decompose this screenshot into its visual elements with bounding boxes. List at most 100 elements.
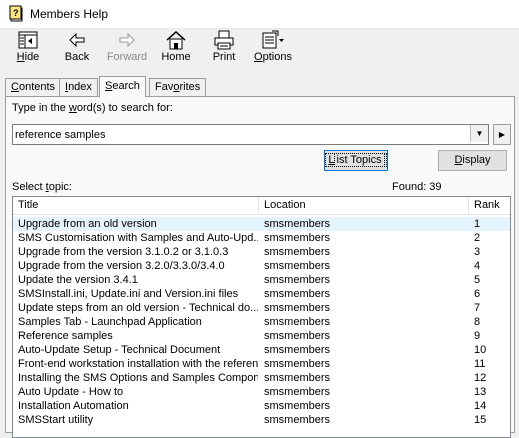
back-button[interactable]: Back [60, 29, 94, 69]
list-topics-button[interactable]: List Topics [324, 150, 388, 171]
topic-rank: 9 [474, 330, 481, 342]
search-combobox[interactable]: ▼ [12, 124, 489, 145]
table-row[interactable]: Upgrade from the version 3.1.0.2 or 3.1.… [13, 245, 510, 259]
print-button[interactable]: Print [208, 29, 240, 69]
topic-title: Auto-Update Setup - Technical Document [18, 344, 221, 356]
hide-label: Hide [16, 51, 40, 63]
search-input[interactable] [13, 125, 469, 144]
topic-location: smsmembers [264, 358, 331, 370]
topic-location: smsmembers [264, 372, 331, 384]
table-row[interactable]: Update the version 3.4.1 smsmembers 5 [13, 273, 510, 287]
topic-rank: 14 [474, 400, 487, 412]
table-row[interactable]: Reference samples smsmembers 9 [13, 329, 510, 343]
search-panel: Type in the word(s) to search for: ▼ ▶ L… [5, 96, 515, 438]
topic-title: Front-end workstation installation with … [18, 358, 258, 370]
table-row[interactable]: Update steps from an old version - Techn… [13, 301, 510, 315]
table-row[interactable]: SMS Customisation with Samples and Auto-… [13, 231, 510, 245]
topic-rank: 3 [474, 246, 481, 258]
forward-button[interactable]: Forward [104, 29, 150, 69]
column-location[interactable]: Location [259, 197, 469, 214]
topic-rank: 7 [474, 302, 481, 314]
table-row[interactable]: Upgrade from an old version smsmembers 1 [13, 217, 510, 231]
list-header: Title Location Rank [13, 197, 510, 215]
topic-location: smsmembers [264, 386, 331, 398]
table-row[interactable]: Installation Automation smsmembers 14 [13, 399, 510, 413]
topic-rank: 1 [474, 218, 481, 230]
topic-location: smsmembers [264, 246, 331, 258]
topic-location: smsmembers [264, 400, 331, 412]
topic-title: SMSInstall.ini, Update.ini and Version.i… [18, 288, 239, 300]
topic-title: Update steps from an old version - Techn… [18, 302, 258, 314]
printer-icon [214, 30, 234, 50]
tab-favorites[interactable]: Favorites [149, 78, 207, 96]
topic-title: Installing the SMS Options and Samples C… [18, 372, 258, 384]
options-label: Options [254, 51, 292, 63]
topic-location: smsmembers [264, 344, 331, 356]
table-row[interactable]: Front-end workstation installation with … [13, 357, 510, 371]
topic-title: Upgrade from the version 3.1.0.2 or 3.1.… [18, 246, 229, 258]
topic-location: smsmembers [264, 330, 331, 342]
topic-title: Installation Automation [18, 400, 129, 412]
svg-text:?: ? [13, 8, 19, 18]
display-button[interactable]: Display [438, 150, 507, 171]
topic-rank: 8 [474, 316, 481, 328]
topic-title: Samples Tab - Launchpad Application [18, 316, 202, 328]
found-count: Found: 39 [392, 181, 442, 193]
topic-location: smsmembers [264, 232, 331, 244]
back-arrow-icon [69, 32, 85, 48]
table-row[interactable]: Upgrade from the version 3.2.0/3.3.0/3.4… [13, 259, 510, 273]
topic-rank: 11 [474, 358, 486, 370]
topic-title: Upgrade from an old version [18, 218, 157, 230]
topic-rank: 13 [474, 386, 487, 398]
topic-location: smsmembers [264, 260, 331, 272]
table-row[interactable]: Auto-Update Setup - Technical Document sm… [13, 343, 510, 357]
topic-title: SMS Customisation with Samples and Auto-… [18, 232, 258, 244]
hide-button[interactable]: Hide [10, 29, 46, 69]
topic-rank: 12 [474, 372, 487, 384]
toolbar: Hide Back Forward Home Print Options [0, 29, 519, 69]
topic-rank: 5 [474, 274, 481, 286]
home-label: Home [161, 51, 191, 63]
display-label: Display [454, 154, 491, 166]
go-button[interactable]: ▶ [493, 124, 511, 145]
topic-location: smsmembers [264, 274, 331, 286]
topic-title: Update the version 3.4.1 [18, 274, 138, 286]
table-row[interactable]: SMSInstall.ini, Update.ini and Version.i… [13, 287, 510, 301]
select-topic-label: Select topic: [12, 181, 72, 193]
print-label: Print [212, 51, 236, 63]
back-label: Back [64, 51, 90, 63]
play-arrow-icon: ▶ [498, 130, 506, 139]
tab-index[interactable]: Index [59, 78, 98, 96]
title-bar: ? Members Help [0, 0, 519, 29]
topic-rank: 2 [474, 232, 481, 244]
forward-arrow-icon [119, 32, 135, 48]
topic-title: Upgrade from the version 3.2.0/3.3.0/3.4… [18, 260, 225, 272]
table-row[interactable]: Installing the SMS Options and Samples C… [13, 371, 510, 385]
table-row[interactable]: Samples Tab - Launchpad Application smsme… [13, 315, 510, 329]
topic-rank: 6 [474, 288, 481, 300]
home-button[interactable]: Home [158, 29, 194, 69]
help-book-icon: ? [9, 5, 23, 22]
tab-contents[interactable]: Contents [5, 78, 62, 96]
window-title: Members Help [30, 7, 109, 21]
topic-list[interactable]: Title Location Rank Upgrade from an old … [12, 196, 511, 438]
search-prompt: Type in the word(s) to search for: [12, 102, 173, 114]
options-icon [262, 30, 284, 49]
dropdown-arrow-icon: ▼ [475, 129, 484, 138]
column-title[interactable]: Title [13, 197, 259, 214]
column-rank[interactable]: Rank [469, 197, 510, 214]
topic-rank: 4 [474, 260, 481, 272]
hide-icon [18, 31, 38, 49]
options-button[interactable]: Options [252, 29, 294, 69]
topic-rank: 10 [474, 344, 487, 356]
topic-location: smsmembers [264, 218, 331, 230]
table-row[interactable]: Auto Update - How to smsmembers 13 [13, 385, 510, 399]
home-icon [166, 30, 186, 50]
topic-location: smsmembers [264, 302, 331, 314]
topic-title: Auto Update - How to [18, 386, 124, 398]
tab-search[interactable]: Search [99, 76, 146, 97]
forward-label: Forward [106, 51, 148, 63]
dropdown-button[interactable]: ▼ [470, 125, 488, 142]
list-topics-label: List Topics [325, 153, 387, 167]
topic-location: smsmembers [264, 288, 331, 300]
